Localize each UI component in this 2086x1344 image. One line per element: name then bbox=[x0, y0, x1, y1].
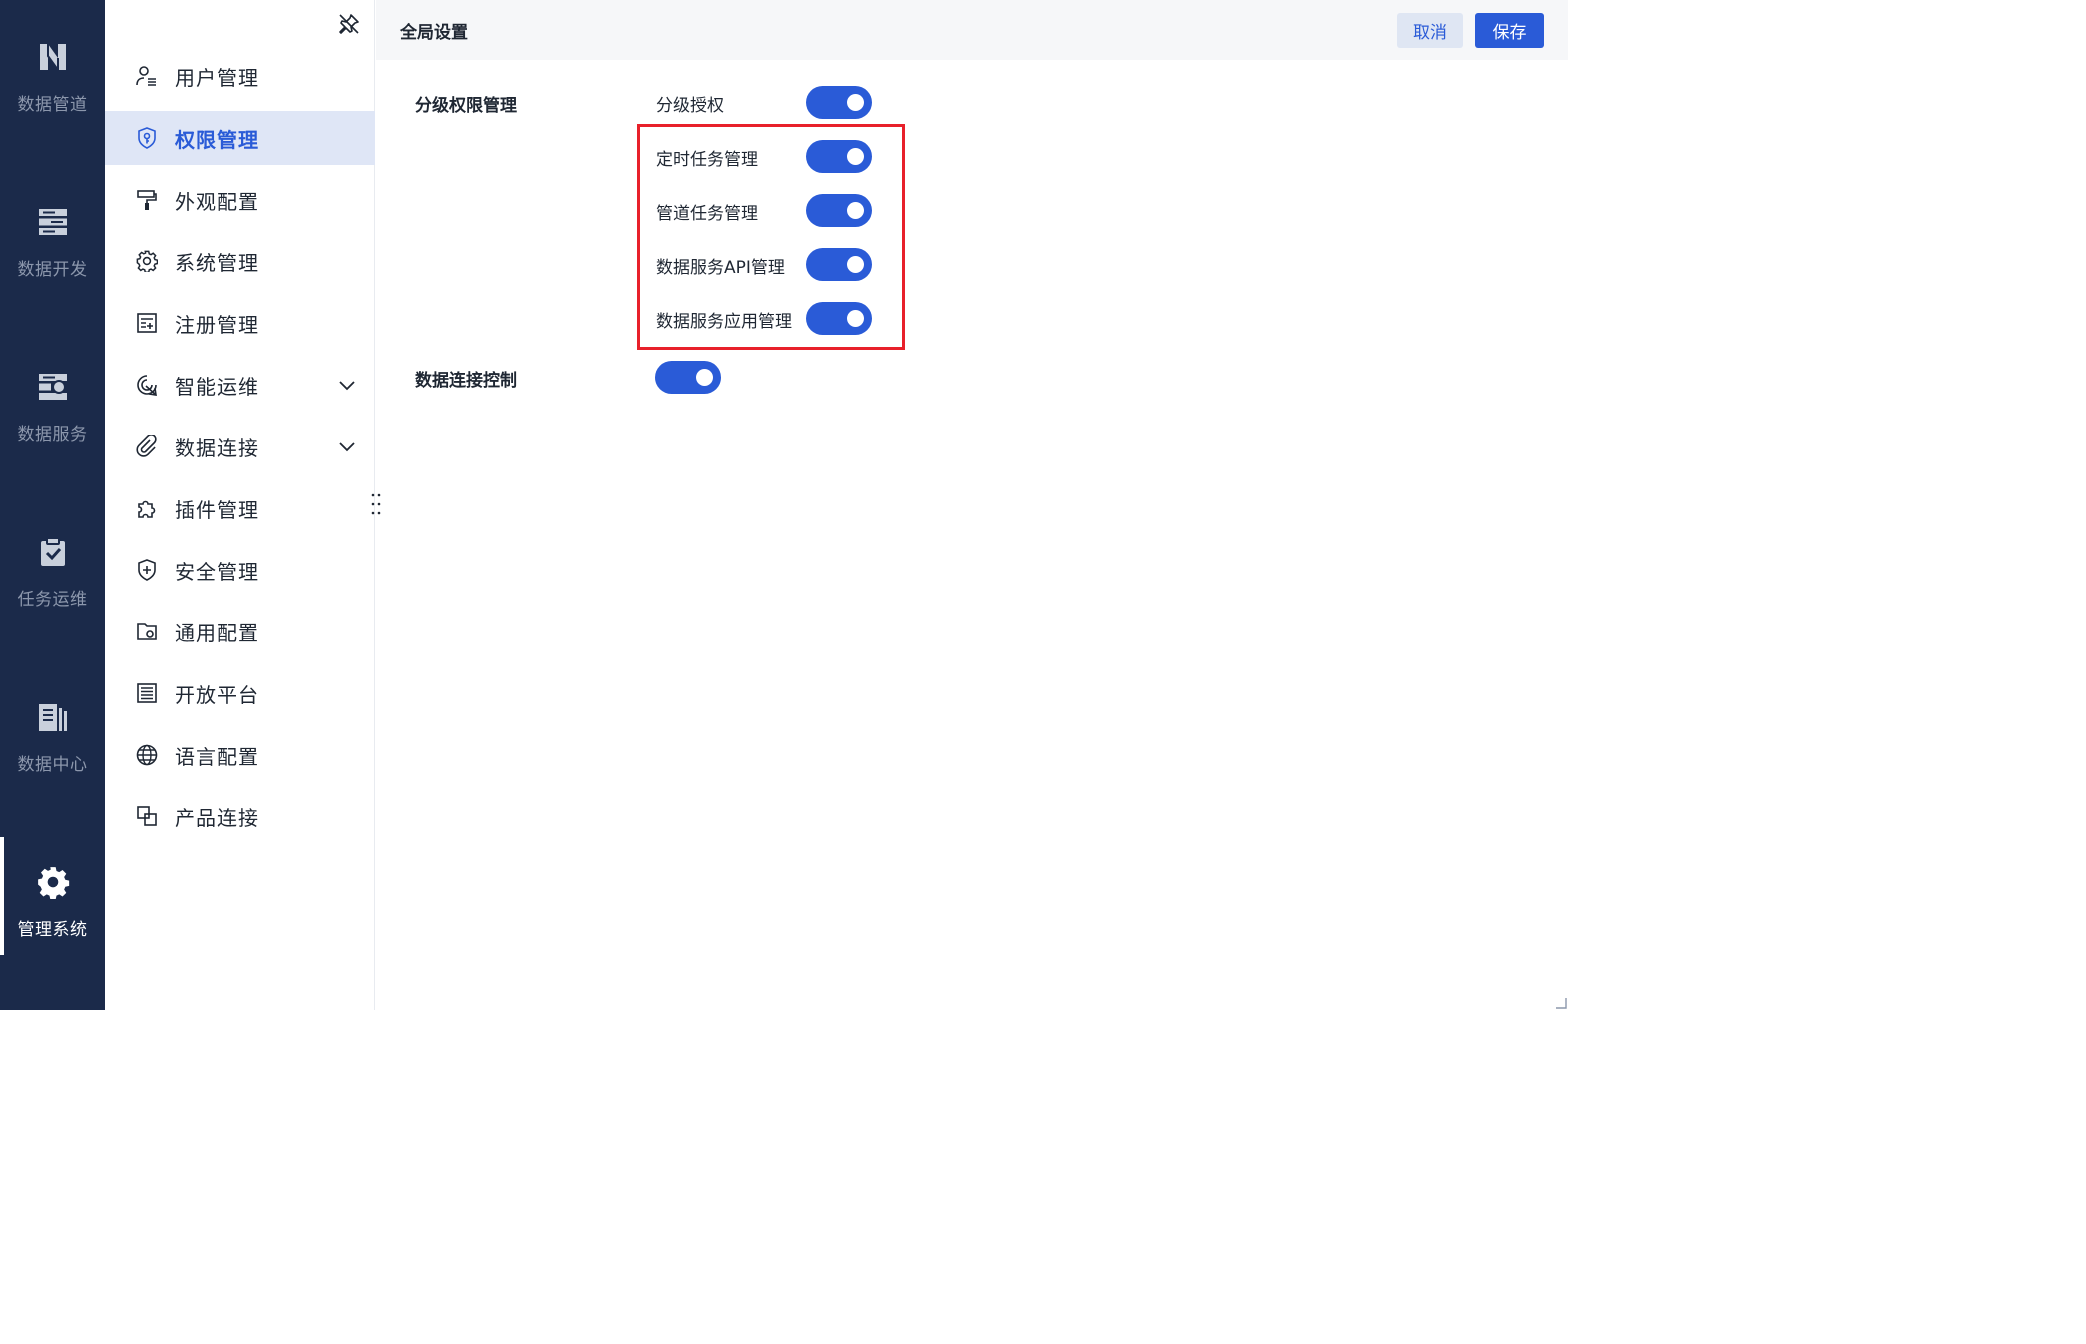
chevron-down-icon[interactable] bbox=[337, 375, 357, 395]
register-doc-icon bbox=[135, 311, 159, 335]
rail-item-label: 数据服务 bbox=[17, 425, 88, 445]
menu-item-label: 数据连接 bbox=[175, 435, 259, 460]
cancel-button[interactable]: 取消 bbox=[1397, 13, 1463, 48]
menu-item-data-connection[interactable]: 数据连接 bbox=[105, 419, 375, 473]
page-title: 全局设置 bbox=[400, 23, 468, 43]
menu-item-system-management[interactable]: 系统管理 bbox=[105, 234, 375, 288]
menu-item-language-config[interactable]: 语言配置 bbox=[105, 728, 375, 782]
toggle-knob bbox=[847, 256, 864, 273]
toggle-knob bbox=[847, 94, 864, 111]
gear-icon bbox=[36, 865, 70, 899]
menu-item-label: 开放平台 bbox=[175, 682, 259, 707]
rail-item-label: 数据中心 bbox=[17, 755, 88, 775]
smart-ops-icon bbox=[135, 373, 159, 397]
menu-item-label: 注册管理 bbox=[175, 312, 259, 337]
resize-handle-icon[interactable] bbox=[371, 492, 381, 516]
settings-menu: 用户管理 权限管理 外观配置 系统管理 注册管理 智能运维 数据连接 插件管理 … bbox=[105, 0, 381, 1010]
toggle-knob bbox=[696, 369, 713, 386]
menu-item-label: 智能运维 bbox=[175, 374, 259, 399]
globe-icon bbox=[135, 743, 159, 767]
menu-item-user-management[interactable]: 用户管理 bbox=[105, 49, 375, 103]
menu-item-label: 用户管理 bbox=[175, 65, 259, 90]
puzzle-icon bbox=[135, 496, 159, 520]
rail-item-label: 管理系统 bbox=[17, 920, 88, 940]
menu-item-label: 插件管理 bbox=[175, 497, 259, 522]
rail-item-management-system[interactable]: 管理系统 bbox=[0, 825, 105, 955]
menu-item-label: 产品连接 bbox=[175, 805, 259, 830]
rail-item-data-pipeline[interactable]: 数据管道 bbox=[0, 0, 105, 130]
list-doc-icon bbox=[135, 681, 159, 705]
menu-item-plugin-management[interactable]: 插件管理 bbox=[105, 481, 375, 535]
menu-item-smart-ops[interactable]: 智能运维 bbox=[105, 358, 375, 412]
setting-label-hierarchical-auth: 分级授权 bbox=[656, 96, 724, 116]
shield-key-icon bbox=[135, 126, 159, 150]
gear-icon bbox=[135, 249, 159, 273]
rail-item-label: 数据开发 bbox=[17, 260, 88, 280]
user-list-icon bbox=[135, 64, 159, 88]
rail-item-label: 任务运维 bbox=[17, 590, 88, 610]
setting-label-data-service-app: 数据服务应用管理 bbox=[656, 312, 792, 332]
toggle-data-service-app[interactable] bbox=[806, 302, 872, 335]
menu-item-label: 权限管理 bbox=[175, 127, 259, 152]
save-button[interactable]: 保存 bbox=[1475, 13, 1544, 48]
menu-item-label: 外观配置 bbox=[175, 189, 259, 214]
shield-plus-icon bbox=[135, 558, 159, 582]
setting-label-data-service-api: 数据服务API管理 bbox=[656, 258, 785, 278]
menu-item-appearance-config[interactable]: 外观配置 bbox=[105, 173, 375, 227]
rail-item-task-ops[interactable]: 任务运维 bbox=[0, 495, 105, 625]
page-header: 全局设置 取消 保存 bbox=[376, 0, 1568, 60]
menu-item-product-connection[interactable]: 产品连接 bbox=[105, 789, 375, 843]
menu-item-label: 语言配置 bbox=[175, 744, 259, 769]
toggle-knob bbox=[847, 148, 864, 165]
folder-gear-icon bbox=[135, 619, 159, 643]
paperclip-icon bbox=[135, 434, 159, 458]
server-stack-icon bbox=[36, 205, 70, 239]
toggle-data-service-api[interactable] bbox=[806, 248, 872, 281]
pin-icon[interactable] bbox=[337, 12, 361, 36]
module-rail: 数据管道 数据开发 数据服务 任务运维 数据中心 管理系统 bbox=[0, 0, 105, 1010]
section-label-data-connection-control: 数据连接控制 bbox=[415, 371, 517, 391]
paint-roller-icon bbox=[135, 188, 159, 212]
toggle-pipeline-task[interactable] bbox=[806, 194, 872, 227]
link-squares-icon bbox=[135, 804, 159, 828]
menu-item-general-config[interactable]: 通用配置 bbox=[105, 604, 375, 658]
menu-item-open-platform[interactable]: 开放平台 bbox=[105, 666, 375, 720]
rail-item-data-development[interactable]: 数据开发 bbox=[0, 165, 105, 295]
menu-item-registration-management[interactable]: 注册管理 bbox=[105, 296, 375, 350]
setting-label-pipeline-task: 管道任务管理 bbox=[656, 204, 758, 224]
section-label-hierarchical-permission: 分级权限管理 bbox=[415, 96, 517, 116]
window-resize-corner-icon[interactable] bbox=[1548, 990, 1568, 1010]
clipboard-check-icon bbox=[36, 535, 70, 569]
menu-item-label: 通用配置 bbox=[175, 620, 259, 645]
rail-item-data-service[interactable]: 数据服务 bbox=[0, 330, 105, 460]
toggle-knob bbox=[847, 202, 864, 219]
data-center-icon bbox=[36, 700, 70, 734]
app-window: 数据管道 数据开发 数据服务 任务运维 数据中心 管理系统 用户管理 权限管理 … bbox=[0, 0, 1568, 1010]
rail-item-label: 数据管道 bbox=[17, 95, 88, 115]
service-icon bbox=[36, 370, 70, 404]
toggle-hierarchical-auth[interactable] bbox=[806, 86, 872, 119]
menu-item-security-management[interactable]: 安全管理 bbox=[105, 543, 375, 597]
menu-item-label: 安全管理 bbox=[175, 559, 259, 584]
menu-item-label: 系统管理 bbox=[175, 250, 259, 275]
toggle-scheduled-task[interactable] bbox=[806, 140, 872, 173]
menu-item-permission-management[interactable]: 权限管理 bbox=[105, 111, 375, 165]
pipeline-icon bbox=[36, 40, 70, 74]
chevron-down-icon[interactable] bbox=[337, 436, 357, 456]
toggle-knob bbox=[847, 310, 864, 327]
rail-item-data-center[interactable]: 数据中心 bbox=[0, 660, 105, 790]
toggle-data-connection-control[interactable] bbox=[655, 361, 721, 394]
setting-label-scheduled-task: 定时任务管理 bbox=[656, 150, 758, 170]
